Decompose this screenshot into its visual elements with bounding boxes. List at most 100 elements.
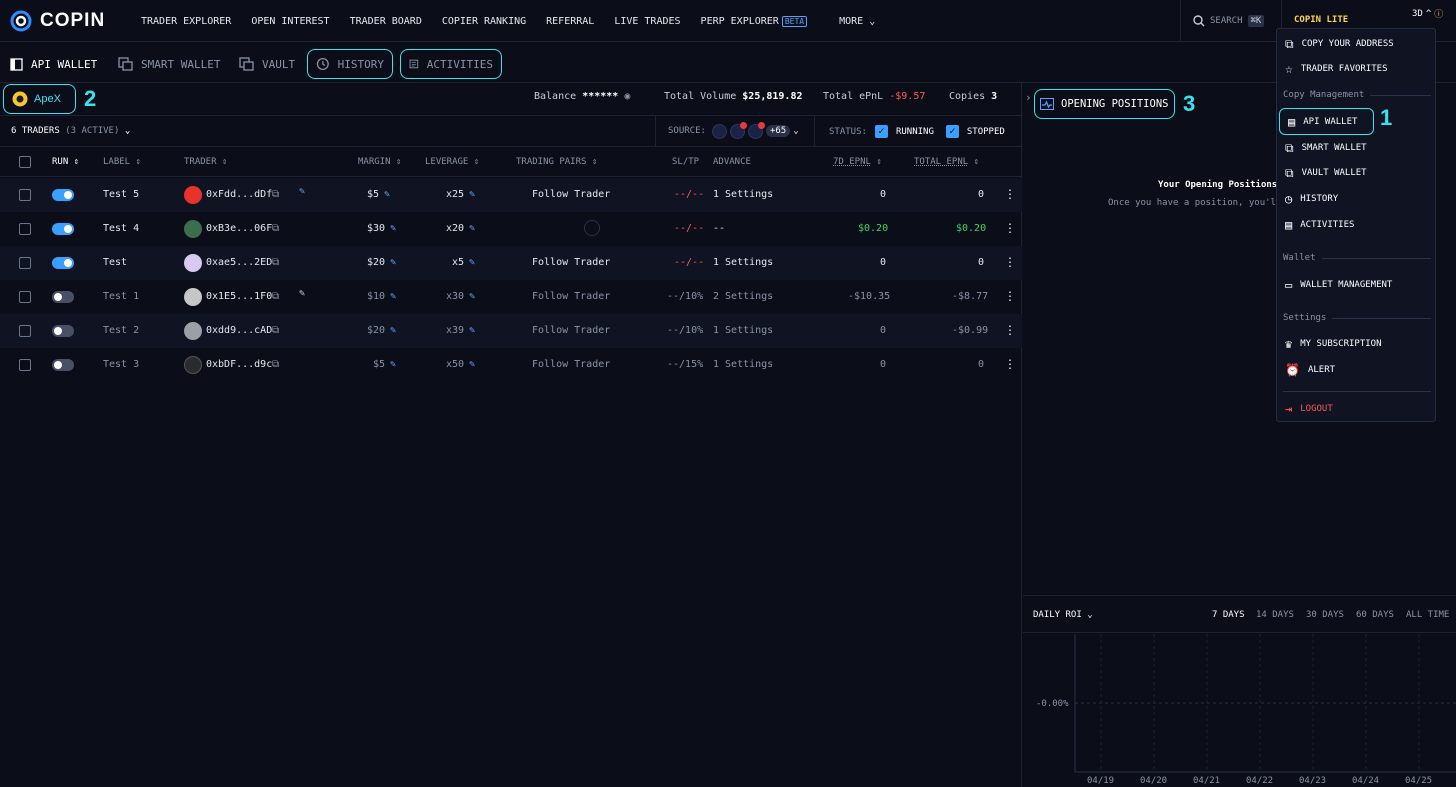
tab-history[interactable]: HISTORY <box>307 49 393 79</box>
menu-trader-favorites[interactable]: ☆ TRADER FAVORITES <box>1285 59 1388 79</box>
row-leverage[interactable]: x5 ✎ <box>452 257 475 268</box>
menu-smart-wallet[interactable]: ⧉ SMART WALLET <box>1285 138 1367 158</box>
trader-address[interactable]: 0xFdd...dDf <box>206 189 272 200</box>
row-margin[interactable]: $5 ✎ <box>367 189 390 200</box>
source-filter[interactable]: SOURCE: +65 ⌄ <box>655 116 815 146</box>
more-actions-icon[interactable]: ⋮ <box>1004 187 1016 201</box>
tab-activities[interactable]: ACTIVITIES <box>400 49 502 79</box>
opening-positions-tab[interactable]: OPENING POSITIONS <box>1034 89 1175 119</box>
nav-referral[interactable]: REFERRAL <box>546 16 594 27</box>
alarm-icon: ⏰ <box>1285 363 1300 377</box>
stopped-checkbox[interactable]: ✓ <box>945 125 959 138</box>
range-7-days[interactable]: 7 DAYS <box>1212 610 1245 620</box>
run-toggle[interactable] <box>52 291 74 303</box>
account-menu-toggle[interactable]: 3D ^ ⓘ <box>1412 7 1443 21</box>
more-actions-icon[interactable]: ⋮ <box>1004 323 1016 337</box>
search-button[interactable]: SEARCH ⌘K <box>1180 0 1282 42</box>
row-checkbox[interactable] <box>19 325 31 337</box>
collapse-chevron-icon[interactable]: › <box>1025 91 1032 104</box>
col-margin[interactable]: MARGIN ⇕ <box>358 157 401 167</box>
tab-smart-wallet[interactable]: SMART WALLET <box>110 49 228 79</box>
trader-address[interactable]: 0x1E5...1F0 <box>206 291 272 302</box>
trader-address[interactable]: 0xB3e...06F <box>206 223 272 234</box>
menu-api-wallet[interactable]: ▤ API WALLET <box>1279 108 1374 135</box>
more-actions-icon[interactable]: ⋮ <box>1004 221 1016 235</box>
trader-avatar <box>184 186 202 204</box>
menu-my-subscription[interactable]: ♛ MY SUBSCRIPTION <box>1285 334 1382 354</box>
run-toggle[interactable] <box>52 223 74 235</box>
row-checkbox[interactable] <box>19 257 31 269</box>
menu-wallet-management[interactable]: ▭ WALLET MANAGEMENT <box>1285 275 1392 295</box>
menu-history[interactable]: ◷ HISTORY <box>1285 189 1338 209</box>
col-label[interactable]: LABEL ⇕ <box>103 157 141 167</box>
menu-logout[interactable]: ⇥ LOGOUT <box>1285 399 1333 419</box>
row-label: Test 4 <box>103 223 140 234</box>
menu-vault-wallet[interactable]: ⧉ VAULT WALLET <box>1285 163 1367 183</box>
row-margin[interactable]: $20 ✎ <box>367 325 396 336</box>
copy-icon[interactable]: ⧉ <box>272 257 279 268</box>
col-trading-pairs[interactable]: TRADING PAIRS ⇕ <box>516 157 597 167</box>
row-margin[interactable]: $5 ✎ <box>373 359 396 370</box>
row-checkbox[interactable] <box>19 359 31 371</box>
protocol-selector[interactable]: ApeX <box>3 84 76 114</box>
col-total-epnl[interactable]: TOTAL EPNL ⇕ <box>914 157 979 167</box>
eye-icon[interactable]: ◉ <box>624 91 630 102</box>
menu-copy-address[interactable]: ⧉ COPY YOUR ADDRESS <box>1285 34 1394 54</box>
col-leverage[interactable]: LEVERAGE ⇕ <box>425 157 479 167</box>
traders-count-dropdown[interactable]: 6 TRADERS (3 ACTIVE) ⌄ <box>11 126 130 136</box>
select-all-checkbox[interactable] <box>19 156 31 168</box>
nav-more[interactable]: MORE ⌄ <box>839 16 875 27</box>
run-toggle[interactable] <box>52 359 74 371</box>
row-leverage[interactable]: x20 ✎ <box>446 223 475 234</box>
copin-logo[interactable]: COPIN <box>10 10 105 32</box>
row-margin[interactable]: $10 ✎ <box>367 291 396 302</box>
trader-address[interactable]: 0xae5...2ED <box>206 257 272 268</box>
run-toggle[interactable] <box>52 325 74 337</box>
run-toggle[interactable] <box>52 257 74 269</box>
row-checkbox[interactable] <box>19 223 31 235</box>
row-checkbox[interactable] <box>19 291 31 303</box>
row-margin[interactable]: $20 ✎ <box>367 257 396 268</box>
range-all-time[interactable]: ALL TIME <box>1406 610 1449 620</box>
running-checkbox[interactable]: ✓ <box>874 125 888 138</box>
row-leverage[interactable]: x25 ✎ <box>446 189 475 200</box>
menu-activities[interactable]: ▤ ACTIVITIES <box>1285 215 1354 235</box>
run-toggle[interactable] <box>52 189 74 201</box>
trader-address[interactable]: 0xbDF...d9c <box>206 359 272 370</box>
row-total-epnl: 0 <box>978 257 985 268</box>
row-margin[interactable]: $30 ✎ <box>367 223 396 234</box>
row-checkbox[interactable] <box>19 189 31 201</box>
more-actions-icon[interactable]: ⋮ <box>1004 255 1016 269</box>
nav-live-trades[interactable]: LIVE TRADES <box>614 16 680 27</box>
row-leverage[interactable]: x50 ✎ <box>446 359 475 370</box>
nav-perp-explorer-label: PERP EXPLORER <box>700 15 779 27</box>
copy-icon[interactable]: ⧉ <box>272 359 279 370</box>
col-run[interactable]: RUN ⇕ <box>52 157 79 167</box>
trader-address[interactable]: 0xdd9...cAD <box>206 325 272 336</box>
range-60-days[interactable]: 60 DAYS <box>1356 610 1394 620</box>
nav-open-interest[interactable]: OPEN INTEREST <box>251 16 329 27</box>
nav-copier-ranking[interactable]: COPIER RANKING <box>442 16 526 27</box>
row-leverage[interactable]: x39 ✎ <box>446 325 475 336</box>
col-trader[interactable]: TRADER ⇕ <box>184 157 227 167</box>
copy-icon[interactable]: ⧉ <box>272 223 279 234</box>
copy-icon[interactable]: ⧉ <box>272 189 279 200</box>
tab-vault[interactable]: VAULT <box>231 49 303 79</box>
col-7d-epnl[interactable]: 7D EPNL ⇕ <box>833 157 882 167</box>
copy-icon[interactable]: ⧉ <box>272 325 279 336</box>
table-row: Test 1 0x1E5...1F0 ⧉ ✎ $10 ✎ x30 ✎ Follow … <box>0 280 1022 314</box>
nav-trader-explorer[interactable]: TRADER EXPLORER <box>141 16 231 27</box>
copy-icon[interactable]: ⧉ <box>272 291 279 302</box>
row-leverage[interactable]: x30 ✎ <box>446 291 475 302</box>
trader-avatar <box>184 254 202 272</box>
range-30-days[interactable]: 30 DAYS <box>1306 610 1344 620</box>
copin-lite-link[interactable]: COPIN LITE <box>1294 15 1348 25</box>
tab-api-wallet[interactable]: API WALLET <box>2 49 105 79</box>
more-actions-icon[interactable]: ⋮ <box>1004 357 1016 371</box>
daily-roi-dropdown[interactable]: DAILY ROI ⌄ <box>1033 610 1093 620</box>
nav-trader-board[interactable]: TRADER BOARD <box>350 16 422 27</box>
nav-perp-explorer[interactable]: PERP EXPLORER BETA <box>700 15 808 27</box>
range-14-days[interactable]: 14 DAYS <box>1256 610 1294 620</box>
menu-alert[interactable]: ⏰ ALERT <box>1285 360 1335 380</box>
more-actions-icon[interactable]: ⋮ <box>1004 289 1016 303</box>
